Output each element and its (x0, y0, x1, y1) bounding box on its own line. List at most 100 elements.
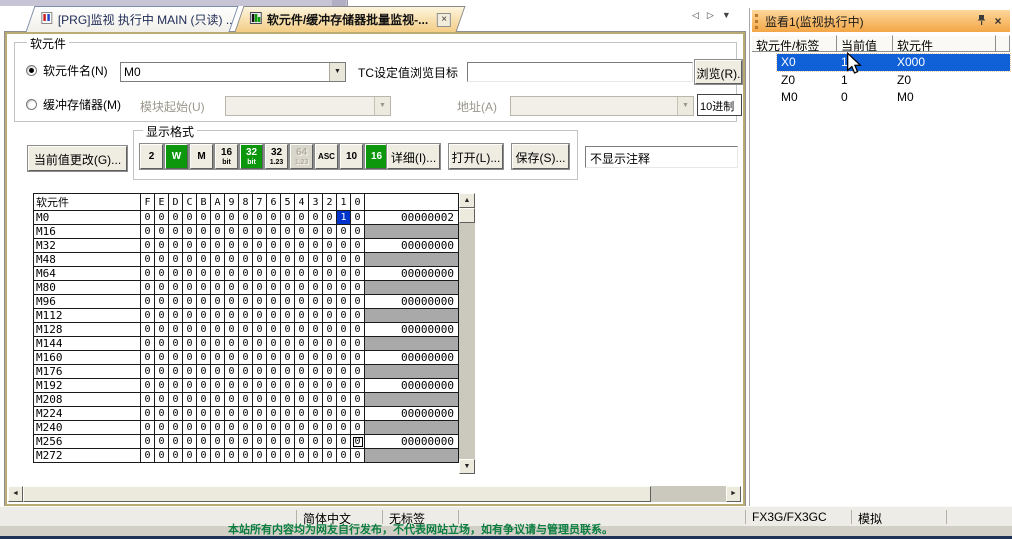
watch-col-device[interactable]: 软元件 (893, 35, 996, 52)
grid-device-cell[interactable]: M272 (34, 449, 141, 463)
grid-bit-cell[interactable]: 0 (351, 267, 365, 281)
grid-bit-cell[interactable]: 0 (239, 421, 253, 435)
grid-bit-cell[interactable]: 0 (197, 239, 211, 253)
grid-bit-cell[interactable]: 0 (239, 379, 253, 393)
grid-device-cell[interactable]: M256 (34, 435, 141, 449)
grid-bit-cell[interactable]: 0 (239, 365, 253, 379)
scroll-tabs-left-icon[interactable]: ◁ (692, 10, 699, 21)
grid-bit-cell[interactable]: 0 (141, 337, 155, 351)
grid-bit-cell[interactable]: 0 (197, 211, 211, 225)
grid-bit-cell[interactable]: 0 (351, 393, 365, 407)
grid-bit-cell[interactable]: 0 (281, 393, 295, 407)
pin-icon[interactable] (974, 14, 988, 28)
grid-bit-cell[interactable]: 0 (155, 351, 169, 365)
grid-bit-cell[interactable]: 0 (267, 253, 281, 267)
grid-bit-cell[interactable]: 0 (211, 323, 225, 337)
grid-bit-cell[interactable]: 0 (239, 239, 253, 253)
grid-bit-cell[interactable]: 0 (281, 449, 295, 463)
grid-bit-cell[interactable]: 0 (267, 295, 281, 309)
grid-bit-cell[interactable]: 0 (225, 407, 239, 421)
grid-device-cell[interactable]: M48 (34, 253, 141, 267)
grid-device-cell[interactable]: M224 (34, 407, 141, 421)
grid-bit-cell[interactable]: 0 (211, 407, 225, 421)
grid-value-cell[interactable]: 00000000 (365, 295, 459, 309)
grid-bit-cell[interactable]: 0 (337, 393, 351, 407)
grid-device-cell[interactable]: M112 (34, 309, 141, 323)
grid-bit-cell[interactable]: 0 (225, 421, 239, 435)
grid-bit-cell[interactable]: 0 (253, 295, 267, 309)
grid-bit-cell[interactable]: 0 (323, 365, 337, 379)
grid-bit-cell[interactable]: 0 (295, 281, 309, 295)
grid-device-cell[interactable]: M144 (34, 337, 141, 351)
grid-bit-cell[interactable]: 0 (183, 393, 197, 407)
grid-bit-cell[interactable]: 0 (155, 239, 169, 253)
grid-bit-cell[interactable]: 0 (169, 239, 183, 253)
grid-bit-cell[interactable]: 0 (323, 267, 337, 281)
grid-bit-cell[interactable]: 0 (323, 253, 337, 267)
grid-device-cell[interactable]: M32 (34, 239, 141, 253)
grid-bit-cell[interactable]: 0 (337, 225, 351, 239)
grid-bit-cell[interactable]: 0 (169, 365, 183, 379)
grid-bit-cell[interactable]: 0 (309, 211, 323, 225)
save-button[interactable]: 保存(S)... (512, 144, 569, 169)
grid-bit-cell[interactable]: 0 (267, 309, 281, 323)
grid-bit-cell[interactable]: 0 (225, 393, 239, 407)
grid-bit-cell[interactable]: 0 (351, 337, 365, 351)
grid-value-cell[interactable] (365, 337, 459, 351)
grid-device-cell[interactable]: M64 (34, 267, 141, 281)
grid-value-cell[interactable]: 00000002 (365, 211, 459, 225)
grid-bit-cell[interactable]: 0 (309, 421, 323, 435)
grid-bit-cell[interactable]: 0 (183, 323, 197, 337)
grid-bit-cell[interactable]: 0 (253, 323, 267, 337)
grid-bit-cell[interactable]: 0 (323, 351, 337, 365)
grid-bit-cell[interactable]: 0 (351, 281, 365, 295)
grid-bit-cell[interactable]: 0 (239, 337, 253, 351)
grid-bit-cell[interactable]: 0 (183, 379, 197, 393)
grid-bit-cell[interactable]: 0 (239, 323, 253, 337)
grid-bit-cell[interactable]: 0 (141, 225, 155, 239)
grid-bit-cell[interactable]: 1 (337, 211, 351, 225)
grid-bit-cell[interactable]: 0 (267, 379, 281, 393)
grid-bit-cell[interactable]: 0 (253, 267, 267, 281)
grid-bit-cell[interactable]: 0 (197, 365, 211, 379)
grid-bit-cell[interactable]: 0 (309, 351, 323, 365)
grid-bit-cell[interactable]: 0 (323, 323, 337, 337)
grid-bit-cell[interactable]: 0 (169, 211, 183, 225)
grid-bit-cell[interactable]: 0 (351, 211, 365, 225)
grid-bit-cell[interactable]: 0 (197, 393, 211, 407)
grid-bit-cell[interactable]: 0 (253, 421, 267, 435)
grid-bit-cell[interactable]: 0 (295, 379, 309, 393)
grid-bit-cell[interactable]: 0 (253, 407, 267, 421)
grid-bit-cell[interactable]: 0 (267, 267, 281, 281)
grid-bit-cell[interactable]: 0 (253, 365, 267, 379)
grid-bit-cell[interactable]: 0 (351, 365, 365, 379)
grid-device-cell[interactable]: M0 (34, 211, 141, 225)
grid-bit-cell[interactable]: 0 (253, 239, 267, 253)
grid-bit-cell[interactable]: 0 (141, 281, 155, 295)
grid-bit-cell[interactable]: 0 (197, 295, 211, 309)
grid-bit-cell[interactable]: 0 (351, 449, 365, 463)
grid-bit-cell[interactable]: 0 (211, 295, 225, 309)
grid-bit-cell[interactable]: 0 (267, 435, 281, 449)
grid-bit-cell[interactable]: 0 (141, 267, 155, 281)
grid-device-cell[interactable]: M192 (34, 379, 141, 393)
grid-bit-cell[interactable]: 0 (281, 253, 295, 267)
tab-batch-monitor[interactable]: 软元件/缓冲存储器批量监视-... × (235, 6, 466, 32)
grid-bit-cell[interactable]: 0 (211, 267, 225, 281)
grid-bit-cell[interactable]: 0 (141, 449, 155, 463)
grid-bit-cell[interactable]: 0 (253, 379, 267, 393)
grid-bit-cell[interactable]: 0 (211, 379, 225, 393)
grid-device-cell[interactable]: M80 (34, 281, 141, 295)
grid-bit-cell[interactable]: 0 (281, 267, 295, 281)
format-2-button[interactable]: 2 (140, 144, 163, 169)
grid-bit-cell[interactable]: 0 (225, 351, 239, 365)
grid-bit-cell[interactable]: 0 (281, 323, 295, 337)
watch-row-m0[interactable]: M00M0 (777, 89, 1010, 106)
grid-bit-cell[interactable]: 0 (169, 225, 183, 239)
grid-bit-cell[interactable]: 0 (337, 421, 351, 435)
grid-bit-cell[interactable]: 0 (239, 211, 253, 225)
grid-bit-cell[interactable]: 0 (155, 323, 169, 337)
grid-bit-cell[interactable]: 0 (225, 225, 239, 239)
grid-bit-cell[interactable]: 0 (169, 421, 183, 435)
grid-value-cell[interactable] (365, 421, 459, 435)
